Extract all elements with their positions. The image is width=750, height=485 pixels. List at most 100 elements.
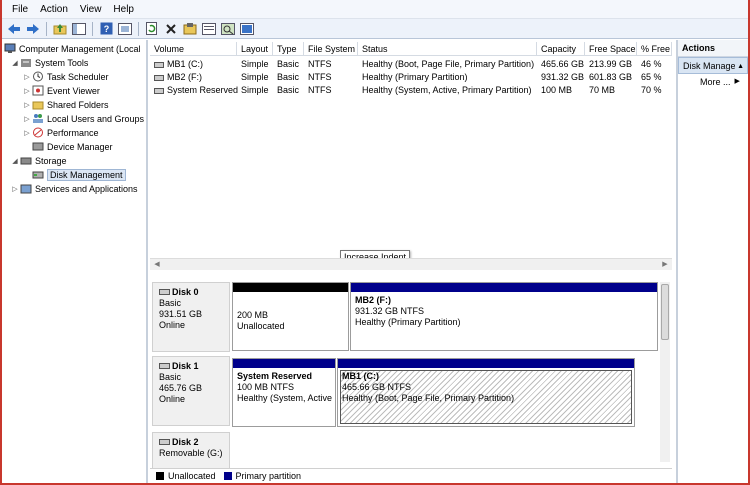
disk-state: Online [159,394,186,404]
search-icon[interactable] [220,21,236,37]
col-status[interactable]: Status [358,42,537,56]
drive-icon [154,61,164,68]
col-file-system[interactable]: File System [304,42,358,56]
expand-arrow-icon[interactable]: ▷ [22,101,32,109]
col-layout[interactable]: Layout [237,42,273,56]
type-cell: Basic [277,59,300,69]
scroll-left-icon[interactable]: ◀ [152,260,162,270]
volume-cell: System Reserved [150,84,238,97]
type-cell: Basic [277,85,300,95]
tree-item-local-users[interactable]: ▷ Local Users and Groups [22,112,144,125]
partition-bar [351,283,657,292]
shared-folder-icon [32,99,44,110]
scroll-right-icon[interactable]: ▶ [660,260,670,270]
legend-primary: Primary partition [235,471,302,481]
tree-item-shared-folders[interactable]: ▷ Shared Folders [22,98,109,111]
tree-label: System Tools [35,57,89,68]
partition-mb1[interactable]: MB1 (C:) 465.66 GB NTFS Healthy (Boot, P… [337,358,635,427]
table-row[interactable]: MB2 (F:) Simple Basic NTFS Healthy (Prim… [150,71,672,84]
partition-size: 465.66 GB NTFS [342,382,412,392]
menu-action[interactable]: Action [34,0,74,19]
properties-icon[interactable] [117,21,133,37]
horizontal-scrollbar[interactable]: ◀ ▶ [150,258,672,270]
disk-graphical-view: Disk 0 Basic 931.51 GB Online 200 MB Una… [150,272,672,471]
disk-icon [159,363,170,369]
disk-label-1[interactable]: Disk 1 Basic 465.76 GB Online [152,356,230,426]
menu-file[interactable]: File [6,0,34,19]
disk-label-2[interactable]: Disk 2 Removable (G:) [152,432,230,470]
status-cell: Healthy (System, Active, Primary Partiti… [362,85,532,95]
tree-label: Storage [35,155,67,166]
volume-name: MB1 (C:) [167,59,203,69]
collapse-arrow-icon[interactable]: ◢ [10,157,20,165]
partition-size: 100 MB NTFS [237,382,295,392]
menu-view[interactable]: View [74,0,108,19]
help-icon[interactable]: ? [98,21,114,37]
tree-item-storage[interactable]: ◢ Storage [10,154,67,167]
scroll-thumb[interactable] [661,284,669,340]
tree-item-performance[interactable]: ▷ Performance [22,126,99,139]
help-topic-icon[interactable] [239,21,255,37]
tree-item-services[interactable]: ▷ Services and Applications [10,182,138,195]
tree-item-device-manager[interactable]: Device Manager [32,140,113,153]
expand-arrow-icon[interactable]: ▷ [22,129,32,137]
partition-bar [338,359,634,368]
forward-icon[interactable] [25,21,41,37]
menu-bar: File Action View Help [2,0,748,19]
clock-icon [32,71,44,82]
capacity-cell: 931.32 GB [541,72,585,82]
up-folder-icon[interactable] [52,21,68,37]
back-icon[interactable] [6,21,22,37]
tree-item-disk-management[interactable]: Disk Management [22,168,126,181]
tree-item-computer-management[interactable]: Computer Management (Local [4,42,141,55]
col-type[interactable]: Type [273,42,304,56]
disk-label-0[interactable]: Disk 0 Basic 931.51 GB Online [152,282,230,352]
tree-item-task-scheduler[interactable]: ▷ Task Scheduler [22,70,109,83]
col-capacity[interactable]: Capacity [537,42,585,56]
main-pane: Volume Layout Type File System Status Ca… [150,40,672,483]
expand-arrow-icon[interactable]: ▷ [22,73,32,81]
col-free-space[interactable]: Free Space [585,42,637,56]
export-icon[interactable] [201,21,217,37]
status-cell: Healthy (Primary Partition) [362,72,468,82]
window: File Action View Help ? Computer Managem… [0,0,750,485]
expand-arrow-icon[interactable]: ▷ [22,87,32,95]
volume-list-header: Volume Layout Type File System Status Ca… [150,42,672,56]
legend-swatch-primary [223,472,232,480]
delete-icon[interactable] [163,21,179,37]
settings-icon[interactable] [182,21,198,37]
actions-more[interactable]: More ... ▶ [678,74,748,90]
toolbar: ? [2,19,748,39]
type-cell: Basic [277,72,300,82]
partition-mb2[interactable]: MB2 (F:) 931.32 GB NTFS Healthy (Primary… [350,282,658,351]
status-cell: Healthy (Boot, Page File, Primary Partit… [362,59,535,69]
vertical-scrollbar[interactable] [660,282,670,462]
partition-unallocated[interactable]: 200 MB Unallocated [232,282,349,351]
toolbar-divider [92,21,93,36]
percent-free-cell: 65 % [641,72,662,82]
tree-label: Disk Management [47,168,126,181]
tree-item-system-tools[interactable]: ◢ System Tools [10,56,88,69]
col-volume[interactable]: Volume [150,42,237,56]
tree-item-event-viewer[interactable]: ▷ Event Viewer [22,84,100,97]
layout-cell: Simple [241,59,269,69]
collapse-arrow-icon[interactable]: ◢ [10,59,20,67]
partition-system-reserved[interactable]: System Reserved 100 MB NTFS Healthy (Sys… [232,358,336,427]
free-space-cell: 70 MB [589,85,616,95]
services-icon [20,183,32,194]
table-row[interactable]: System Reserved Simple Basic NTFS Health… [150,84,672,97]
actions-disk-management[interactable]: Disk Management ▲ [678,57,748,74]
collapse-up-icon[interactable]: ▲ [737,58,744,73]
disk-management-icon [32,169,44,180]
refresh-icon[interactable] [144,21,160,37]
menu-help[interactable]: Help [107,0,140,19]
col-percent-free[interactable]: % Free [637,42,672,56]
expand-arrow-icon[interactable]: ▷ [22,115,32,123]
partition-title: MB1 (C:) [342,371,379,381]
show-hide-tree-icon[interactable] [71,21,87,37]
storage-icon [20,155,32,166]
table-row[interactable]: MB1 (C:) Simple Basic NTFS Healthy (Boot… [150,58,672,71]
computer-icon [4,43,16,54]
expand-arrow-icon[interactable]: ▷ [10,185,20,193]
toolbar-divider [138,21,139,36]
